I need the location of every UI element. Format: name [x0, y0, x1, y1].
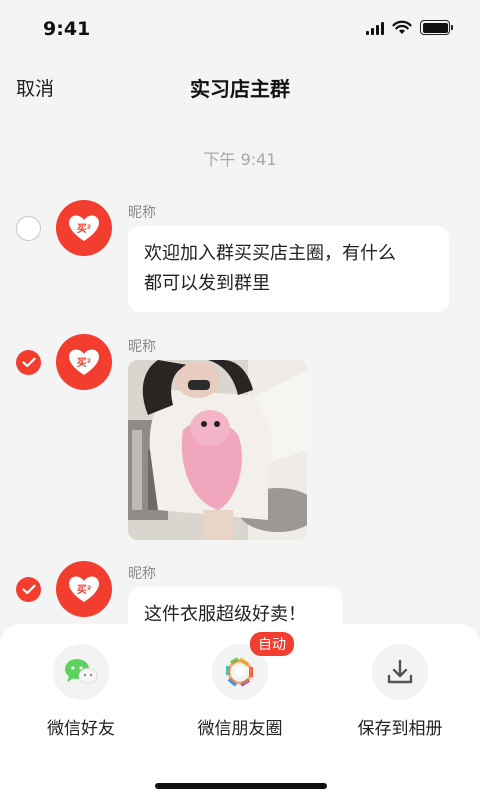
avatar-mark: 买² — [77, 223, 91, 235]
share-wechat-friend-button[interactable]: 微信好友 — [11, 644, 151, 739]
signal-icon — [366, 21, 384, 35]
wifi-icon — [392, 20, 412, 34]
nav-bar: 取消 实习店主群 — [0, 62, 480, 110]
wechat-icon-wrap — [53, 644, 109, 700]
wechat-icon — [65, 659, 98, 684]
select-checkbox-checked[interactable] — [16, 350, 41, 375]
brand-heart-icon: 买² — [69, 349, 99, 375]
avatar-mark: 买² — [77, 584, 91, 596]
brand-heart-icon: 买² — [69, 576, 99, 602]
check-icon — [21, 584, 36, 595]
save-to-album-button[interactable]: 保存到相册 — [330, 644, 470, 739]
message-text-line: 都可以发到群里 — [144, 273, 270, 294]
page-title: 实习店主群 — [190, 77, 290, 101]
status-time: 9:41 — [43, 18, 91, 40]
sender-name: 昵称 — [128, 205, 156, 221]
time-divider: 下午 9:41 — [203, 150, 277, 169]
avatar[interactable]: 买² — [56, 561, 112, 617]
message-text-line: 欢迎加入群买买店主圈，有什么 — [144, 243, 396, 264]
sender-name: 昵称 — [128, 339, 156, 355]
download-icon — [387, 659, 413, 684]
status-icons — [366, 20, 453, 35]
moments-icon-wrap: 自动 — [212, 632, 294, 700]
avatar-mark: 买² — [77, 357, 91, 369]
download-icon-wrap — [372, 644, 428, 700]
message-row: 买² 昵称 — [0, 334, 480, 544]
message-bubble[interactable]: 欢迎加入群买买店主圈，有什么 都可以发到群里 — [128, 226, 449, 312]
select-checkbox-checked[interactable] — [16, 577, 41, 602]
share-label: 保存到相册 — [357, 719, 443, 739]
share-sheet: 微信好友 自动 微信朋友圈 保存到相册 — [0, 624, 480, 800]
avatar[interactable]: 买² — [56, 200, 112, 256]
message-row: 买² 昵称 欢迎加入群买买店主圈，有什么 都可以发到群里 — [0, 200, 480, 320]
message-image[interactable] — [128, 360, 307, 540]
sender-name: 昵称 — [128, 566, 156, 582]
share-label: 微信好友 — [47, 719, 115, 739]
moments-icon — [226, 657, 253, 687]
auto-badge: 自动 — [250, 632, 294, 656]
share-moments-button[interactable]: 自动 微信朋友圈 — [170, 632, 310, 739]
photo-illustration — [128, 360, 307, 540]
brand-heart-icon: 买² — [69, 215, 99, 241]
status-bar: 9:41 — [0, 0, 480, 60]
battery-icon — [420, 20, 453, 35]
check-icon — [21, 357, 36, 368]
message-row: 买² 昵称 这件衣服超级好卖！ — [0, 561, 480, 643]
select-checkbox[interactable] — [16, 216, 41, 241]
avatar[interactable]: 买² — [56, 334, 112, 390]
home-indicator — [155, 783, 327, 789]
share-label: 微信朋友圈 — [197, 719, 283, 739]
